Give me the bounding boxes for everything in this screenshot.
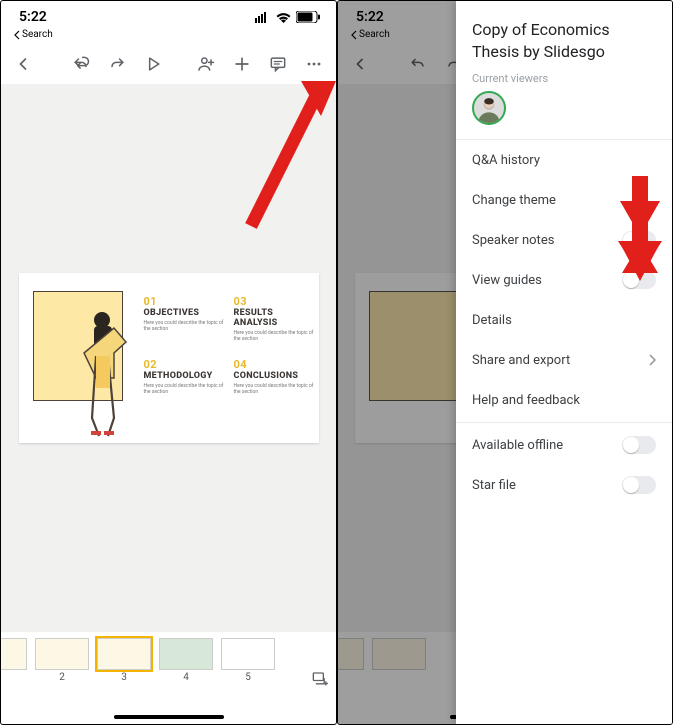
slide-illustration-person [74, 308, 144, 438]
redo-icon[interactable] [107, 54, 127, 74]
back-icon[interactable] [13, 54, 33, 74]
toggle-offline[interactable] [622, 436, 656, 454]
phone-left: 5:22 Search [0, 0, 337, 725]
plus-icon[interactable] [232, 54, 252, 74]
side-sheet: Copy of Economics Thesis by Slidesgo Cur… [456, 1, 672, 724]
undo-icon[interactable] [71, 54, 91, 74]
clock: 5:22 [19, 9, 47, 25]
thumb-4[interactable] [159, 638, 213, 670]
slide-block-1: 01 OBJECTIVES Here you could describe th… [144, 295, 224, 342]
menu-speaker-notes[interactable]: Speaker notes [456, 220, 672, 260]
status-icons [255, 11, 320, 23]
status-bar: 5:22 [1, 1, 336, 29]
slide-block-4: 04 CONCLUSIONS Here you could describe t… [234, 358, 314, 395]
sheet-title: Copy of Economics Thesis by Slidesgo [456, 1, 672, 72]
chevron-right-icon [648, 354, 656, 366]
thumb-1[interactable] [1, 638, 27, 670]
toolbar [1, 44, 336, 84]
menu-details[interactable]: Details [456, 300, 672, 340]
toggle-speaker-notes[interactable] [622, 231, 656, 249]
viewer-avatar[interactable] [472, 91, 506, 125]
current-viewers-label: Current viewers [456, 72, 672, 91]
more-icon[interactable] [304, 54, 324, 74]
menu-list: Q&A history Change theme Speaker notes V… [456, 139, 672, 505]
thumb-5[interactable] [221, 638, 275, 670]
thumb-2[interactable] [35, 638, 89, 670]
slide-block-2: 02 METHODOLOGY Here you could describe t… [144, 358, 224, 395]
menu-help-feedback[interactable]: Help and feedback [456, 380, 672, 420]
add-person-icon[interactable] [196, 54, 216, 74]
toggle-view-guides[interactable] [622, 271, 656, 289]
thumb-3[interactable] [97, 638, 151, 670]
slide-editor[interactable]: 01 OBJECTIVES Here you could describe th… [1, 84, 336, 632]
menu-share-export[interactable]: Share and export [456, 340, 672, 380]
menu-available-offline[interactable]: Available offline [456, 425, 672, 465]
slide-block-3: 03 RESULTS ANALYSIS Here you could descr… [234, 295, 314, 342]
menu-change-theme[interactable]: Change theme [456, 180, 672, 220]
play-icon[interactable] [143, 54, 163, 74]
menu-qa-history[interactable]: Q&A history [456, 140, 672, 180]
menu-view-guides[interactable]: View guides [456, 260, 672, 300]
slide-canvas[interactable]: 01 OBJECTIVES Here you could describe th… [19, 273, 319, 443]
back-to-search[interactable]: Search [1, 29, 336, 44]
comment-icon[interactable] [268, 54, 288, 74]
home-indicator[interactable] [114, 715, 224, 719]
toggle-star[interactable] [622, 476, 656, 494]
phone-right: 5:22 Search Copy of Economics Thesis by … [337, 0, 673, 725]
new-slide-icon[interactable] [310, 668, 330, 688]
menu-star-file[interactable]: Star file [456, 465, 672, 505]
thumbnail-strip[interactable]: 2 3 4 5 [1, 632, 336, 710]
